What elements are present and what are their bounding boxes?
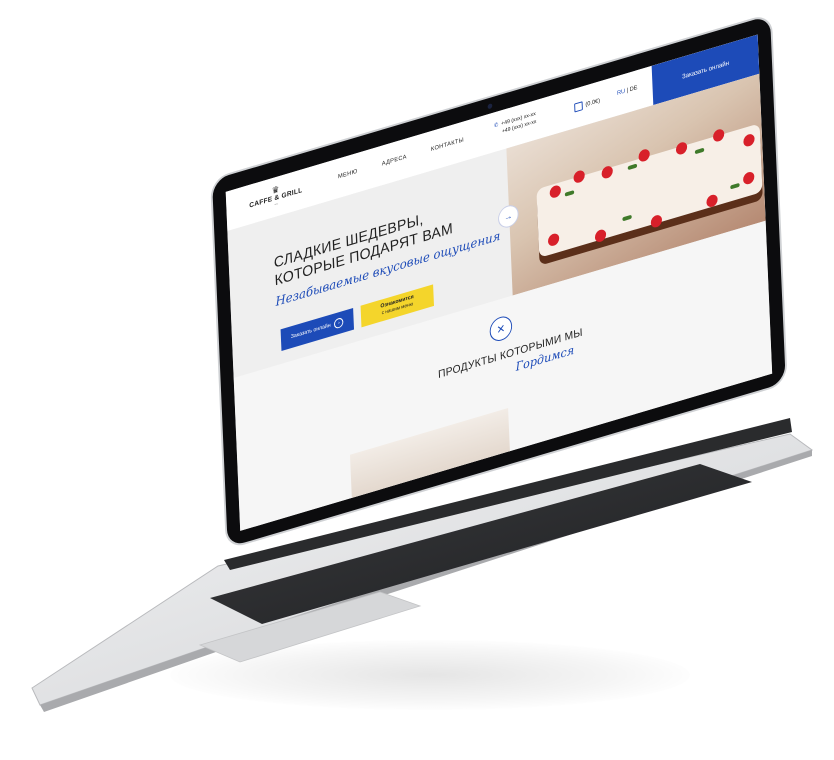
phone-list: ✆ +49 (xxx) xx-xx +49 (xxx) xx-xx: [494, 110, 537, 138]
lang-ru[interactable]: RU: [617, 89, 625, 97]
hero-order-label: Заказать онлайн: [290, 322, 331, 341]
arrow-circle-icon: ›: [334, 316, 344, 330]
phone-icon: ✆: [493, 122, 499, 130]
nav-item-addresses[interactable]: АДРЕСА: [382, 154, 407, 167]
lang-de[interactable]: DE: [630, 85, 638, 93]
shopping-bag-icon: [574, 101, 583, 113]
cutlery-icon: ✕: [489, 313, 513, 344]
nav-item-menu[interactable]: МЕНЮ: [338, 169, 358, 181]
nav-item-contacts[interactable]: КОНТАКТЫ: [431, 137, 464, 153]
camera-dot: [487, 103, 493, 110]
language-switcher: RU | DE: [617, 85, 638, 97]
cart-total: (0.0€): [585, 98, 601, 109]
cart-button[interactable]: (0.0€): [574, 96, 601, 113]
